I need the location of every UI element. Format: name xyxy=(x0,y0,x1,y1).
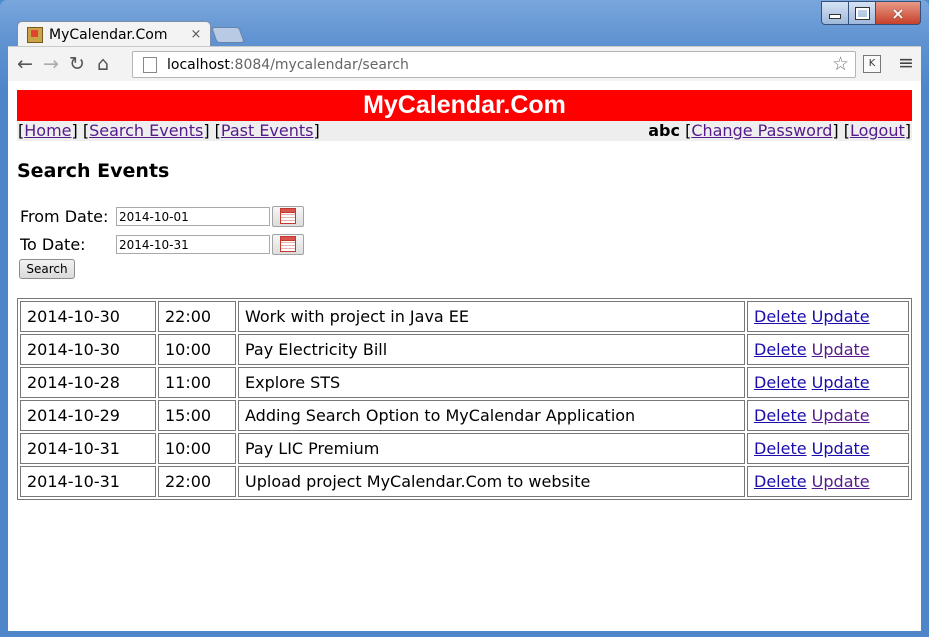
delete-event-link[interactable]: Delete xyxy=(754,439,807,458)
event-time: 22:00 xyxy=(158,301,236,332)
site-banner: MyCalendar.Com xyxy=(17,90,912,121)
reload-icon[interactable]: ↻ xyxy=(64,51,90,77)
page-icon xyxy=(143,56,157,73)
from-date-picker-button[interactable] xyxy=(272,206,304,227)
calendar-icon xyxy=(280,207,296,224)
update-event-link[interactable]: Update xyxy=(812,307,870,326)
nav-home-link[interactable]: Home xyxy=(24,121,71,140)
event-actions: Delete Update xyxy=(747,301,909,332)
forward-arrow-icon[interactable]: → xyxy=(38,51,64,77)
browser-tab[interactable]: MyCalendar.Com × xyxy=(17,21,211,47)
event-date: 2014-10-31 xyxy=(20,433,156,464)
delete-event-link[interactable]: Delete xyxy=(754,406,807,425)
calendar-icon xyxy=(280,235,296,252)
from-date-row: From Date: xyxy=(20,206,304,227)
page-title: Search Events xyxy=(17,160,170,182)
event-time: 10:00 xyxy=(158,433,236,464)
update-event-link[interactable]: Update xyxy=(812,406,870,425)
new-tab-button[interactable] xyxy=(211,27,245,43)
nav-left: [Home] [Search Events] [Past Events] xyxy=(18,121,320,140)
delete-event-link[interactable]: Delete xyxy=(754,373,807,392)
logout-link[interactable]: Logout xyxy=(850,121,905,140)
page-viewport: MyCalendar.Com [Home] [Search Events] [P… xyxy=(8,81,921,631)
to-date-label: To Date: xyxy=(20,235,86,254)
tab-close-icon[interactable]: × xyxy=(188,27,204,42)
extension-icon[interactable]: K xyxy=(863,55,881,73)
event-date: 2014-10-30 xyxy=(20,334,156,365)
event-title: Adding Search Option to MyCalendar Appli… xyxy=(238,400,745,431)
address-bar[interactable]: localhost:8084/mycalendar/search ☆ xyxy=(132,51,856,78)
to-date-row: To Date: xyxy=(20,234,304,255)
event-title: Pay Electricity Bill xyxy=(238,334,745,365)
minimize-button[interactable] xyxy=(821,1,849,25)
calendar-favicon-icon xyxy=(27,26,43,43)
events-table: 2014-10-30 22:00 Work with project in Java… xyxy=(17,298,912,500)
table-row: 2014-10-29 15:00 Adding Search Option to M… xyxy=(20,400,909,431)
event-date: 2014-10-31 xyxy=(20,466,156,497)
event-time: 22:00 xyxy=(158,466,236,497)
from-date-input[interactable] xyxy=(116,207,270,226)
browser-toolbar: ← → ↻ ⌂ localhost:8084/mycalendar/search… xyxy=(8,46,921,81)
from-date-label: From Date: xyxy=(20,207,109,226)
event-date: 2014-10-29 xyxy=(20,400,156,431)
nav-search-events-link[interactable]: Search Events xyxy=(89,121,203,140)
event-title: Upload project MyCalendar.Com to website xyxy=(238,466,745,497)
browser-window: × MyCalendar.Com × ← → ↻ ⌂ localhost:808… xyxy=(0,0,929,637)
event-actions: Delete Update xyxy=(747,367,909,398)
nav-right: abc [Change Password] [Logout] xyxy=(648,121,911,140)
event-actions: Delete Update xyxy=(747,400,909,431)
update-event-link[interactable]: Update xyxy=(812,373,870,392)
site-navbar: [Home] [Search Events] [Past Events] abc… xyxy=(17,121,912,141)
username: abc xyxy=(648,121,680,140)
event-date: 2014-10-30 xyxy=(20,301,156,332)
minimize-icon xyxy=(829,13,841,19)
home-icon[interactable]: ⌂ xyxy=(90,51,116,77)
update-event-link[interactable]: Update xyxy=(812,472,870,491)
url-path: :8084/mycalendar/search xyxy=(229,56,409,73)
event-title: Explore STS xyxy=(238,367,745,398)
maximize-icon xyxy=(854,6,870,20)
event-time: 10:00 xyxy=(158,334,236,365)
event-actions: Delete Update xyxy=(747,334,909,365)
event-title: Work with project in Java EE xyxy=(238,301,745,332)
delete-event-link[interactable]: Delete xyxy=(754,472,807,491)
to-date-input[interactable] xyxy=(116,235,270,254)
to-date-picker-button[interactable] xyxy=(272,234,304,255)
url-host: localhost xyxy=(167,56,230,73)
delete-event-link[interactable]: Delete xyxy=(754,307,807,326)
window-close-button[interactable]: × xyxy=(876,1,921,25)
event-time: 11:00 xyxy=(158,367,236,398)
tab-title: MyCalendar.Com xyxy=(49,26,168,43)
event-time: 15:00 xyxy=(158,400,236,431)
table-row: 2014-10-30 10:00 Pay Electricity Bill Delet… xyxy=(20,334,909,365)
back-arrow-icon[interactable]: ← xyxy=(12,51,38,77)
nav-past-events-link[interactable]: Past Events xyxy=(221,121,314,140)
close-icon: × xyxy=(891,3,905,23)
table-row: 2014-10-28 11:00 Explore STS Delete Update xyxy=(20,367,909,398)
maximize-button[interactable] xyxy=(849,1,876,25)
table-row: 2014-10-31 22:00 Upload project MyCalendar… xyxy=(20,466,909,497)
table-row: 2014-10-30 22:00 Work with project in Java… xyxy=(20,301,909,332)
star-icon[interactable]: ☆ xyxy=(832,53,849,75)
search-button[interactable]: Search xyxy=(19,259,75,279)
hamburger-menu-icon[interactable]: ≡ xyxy=(898,52,914,74)
update-event-link[interactable]: Update xyxy=(812,439,870,458)
update-event-link[interactable]: Update xyxy=(812,340,870,359)
change-password-link[interactable]: Change Password xyxy=(691,121,832,140)
window-controls: × xyxy=(821,1,921,25)
table-row: 2014-10-31 10:00 Pay LIC Premium Delete Upd… xyxy=(20,433,909,464)
delete-event-link[interactable]: Delete xyxy=(754,340,807,359)
event-actions: Delete Update xyxy=(747,433,909,464)
event-title: Pay LIC Premium xyxy=(238,433,745,464)
event-date: 2014-10-28 xyxy=(20,367,156,398)
event-actions: Delete Update xyxy=(747,466,909,497)
